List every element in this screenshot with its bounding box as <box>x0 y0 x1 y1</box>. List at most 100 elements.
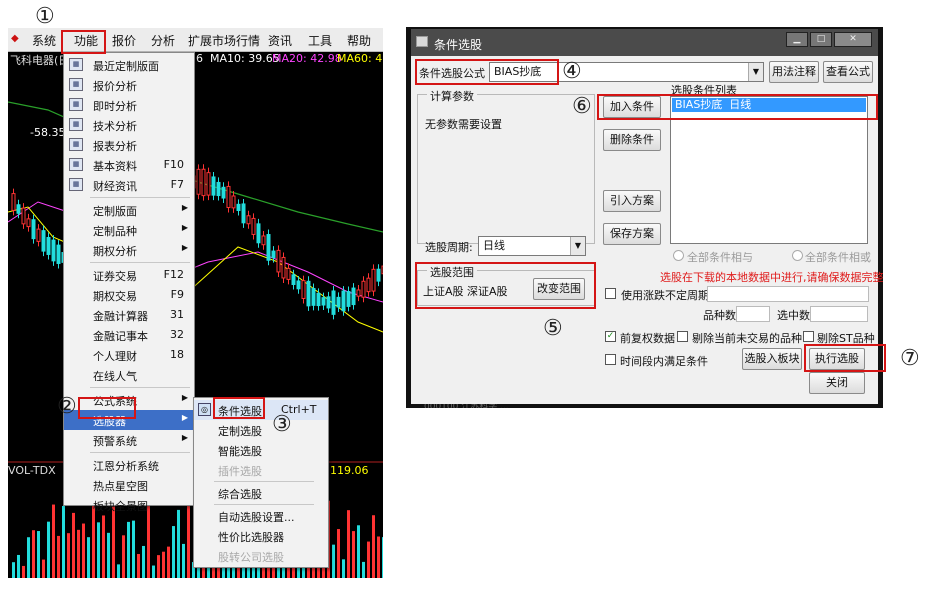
menu-separator <box>90 452 190 453</box>
menu-item[interactable]: 板块全景图 <box>64 495 194 515</box>
menu-item[interactable]: ▦ 技术分析 <box>64 115 194 135</box>
radio-or[interactable] <box>792 250 803 261</box>
menu-item[interactable]: ▦ 报价分析 <box>64 75 194 95</box>
volume-bar <box>112 506 115 578</box>
menu-analysis[interactable]: 分析 <box>151 32 175 49</box>
menu-item[interactable]: 金融记事本 32 <box>64 325 194 345</box>
volume-bar <box>357 525 360 578</box>
menu-item[interactable]: 江恩分析系统 <box>64 455 194 475</box>
menu-quote[interactable]: 报价 <box>112 32 136 49</box>
submenu-item[interactable]: 智能选股 <box>194 440 328 460</box>
prior-adjusted-checkbox[interactable]: ✓ <box>605 331 616 342</box>
minimize-icon[interactable]: ▁ <box>786 32 808 47</box>
candle-body <box>326 296 331 309</box>
menu-item[interactable]: 期权分析 ▶ <box>64 240 194 260</box>
volume-bar <box>72 512 75 578</box>
no-params-text: 无参数需要设置 <box>425 118 502 131</box>
menu-item-shortcut: F12 <box>163 268 184 281</box>
menu-item[interactable]: 期权交易 F9 <box>64 285 194 305</box>
maximize-icon[interactable]: □ <box>810 32 832 47</box>
volume-bar <box>37 531 40 578</box>
volume-bar <box>347 510 350 578</box>
menu-item-shortcut: 18 <box>170 348 184 361</box>
volume-value: 119.06 <box>330 464 369 477</box>
submenu-item[interactable]: 性价比选股器 <box>194 526 328 546</box>
menu-item[interactable]: 预警系统 ▶ <box>64 430 194 450</box>
candle-body <box>206 172 211 196</box>
menu-separator <box>90 197 190 198</box>
stock-selector-submenu: ◎ 条件选股 Ctrl+T 定制选股 智能选股 插件选股 综合选股 自动选股设置... 性价比选… <box>193 397 329 568</box>
menu-item[interactable]: 个人理财 18 <box>64 345 194 365</box>
highlight-stock-selector <box>78 397 136 419</box>
menu-extended-market[interactable]: 扩展市场行情 <box>188 32 260 49</box>
menu-item-label: 江恩分析系统 <box>93 460 159 473</box>
layout-icon: ▦ <box>69 58 83 71</box>
volume-bar <box>187 505 190 578</box>
volume-bar <box>42 559 45 578</box>
step-6-label: ⑥ <box>572 94 592 119</box>
exclude-suspended-checkbox[interactable] <box>677 331 688 342</box>
menu-system[interactable]: 系统 <box>32 32 56 49</box>
prior-adjusted-label: 前复权数据 <box>620 332 675 345</box>
period-select[interactable]: 日线 ▼ <box>478 236 586 256</box>
menu-item[interactable]: ▦ 报表分析 <box>64 135 194 155</box>
menu-item[interactable]: ▦ 财经资讯 F7 <box>64 175 194 195</box>
chevron-down-icon: ▼ <box>570 237 585 255</box>
candle-body <box>16 204 21 214</box>
volume-bar <box>172 526 175 578</box>
menu-item[interactable]: ▦ 即时分析 <box>64 95 194 115</box>
irregular-period-field[interactable] <box>707 286 869 302</box>
volume-bar <box>82 523 85 578</box>
volume-bar <box>177 509 180 578</box>
import-plan-button[interactable]: 引入方案 <box>603 190 661 212</box>
background-stock-row: 000100 江苏科学 ... <box>424 404 864 408</box>
radio-and[interactable] <box>673 250 684 261</box>
menu-tools[interactable]: 工具 <box>308 32 332 49</box>
time-range-checkbox[interactable] <box>605 354 616 365</box>
candle-body <box>231 195 236 209</box>
close-icon[interactable]: ✕ <box>834 32 872 47</box>
add-to-sector-button[interactable]: 选股入板块 <box>742 348 802 370</box>
candle-body <box>26 218 31 228</box>
submenu-item[interactable]: 自动选股设置... <box>194 506 328 526</box>
candle-body <box>221 186 226 199</box>
volume-bar <box>87 537 90 578</box>
menu-item-label: 财经资讯 <box>93 180 137 193</box>
delete-condition-button[interactable]: 删除条件 <box>603 129 661 151</box>
menu-item[interactable]: ▦ 最近定制版面 <box>64 55 194 75</box>
volume-bar <box>132 520 135 578</box>
menu-item-shortcut: F7 <box>170 178 184 191</box>
menu-news[interactable]: 资讯 <box>268 32 292 49</box>
menu-help[interactable]: 帮助 <box>347 32 371 49</box>
volume-bar <box>372 515 375 578</box>
submenu-item: 插件选股 <box>194 460 328 480</box>
candle-body <box>331 290 336 315</box>
submenu-item[interactable]: 综合选股 <box>194 483 328 503</box>
menu-item[interactable]: 证券交易 F12 <box>64 265 194 285</box>
candle-body <box>216 181 221 197</box>
menu-item[interactable]: 定制品种 ▶ <box>64 220 194 240</box>
volume-bar <box>117 564 120 578</box>
save-plan-button[interactable]: 保存方案 <box>603 223 661 245</box>
menu-item[interactable]: 在线人气 <box>64 365 194 385</box>
submenu-item: 股转公司选股 <box>194 546 328 566</box>
submenu-arrow-icon: ▶ <box>181 413 188 422</box>
close-button[interactable]: 关闭 <box>809 372 865 394</box>
usage-note-button[interactable]: 用法注释 <box>769 61 819 83</box>
exclude-st-checkbox[interactable] <box>803 331 814 342</box>
candle-body <box>286 267 291 280</box>
menu-item[interactable]: 热点星空图 <box>64 475 194 495</box>
volume-bar <box>162 551 165 578</box>
volume-bar <box>152 565 155 578</box>
irregular-period-checkbox[interactable] <box>605 288 616 299</box>
menu-item[interactable]: ▦ 基本资料 F10 <box>64 155 194 175</box>
selected-count-label: 选中数 <box>777 309 810 322</box>
volume-bar <box>337 529 340 578</box>
candle-body <box>246 215 251 225</box>
view-formula-button[interactable]: 查看公式 <box>823 61 873 83</box>
submenu-item[interactable]: 定制选股 <box>194 420 328 440</box>
menu-item[interactable]: 金融计算器 31 <box>64 305 194 325</box>
candle-body <box>41 230 46 252</box>
volume-bar <box>22 565 25 578</box>
menu-item[interactable]: 定制版面 ▶ <box>64 200 194 220</box>
